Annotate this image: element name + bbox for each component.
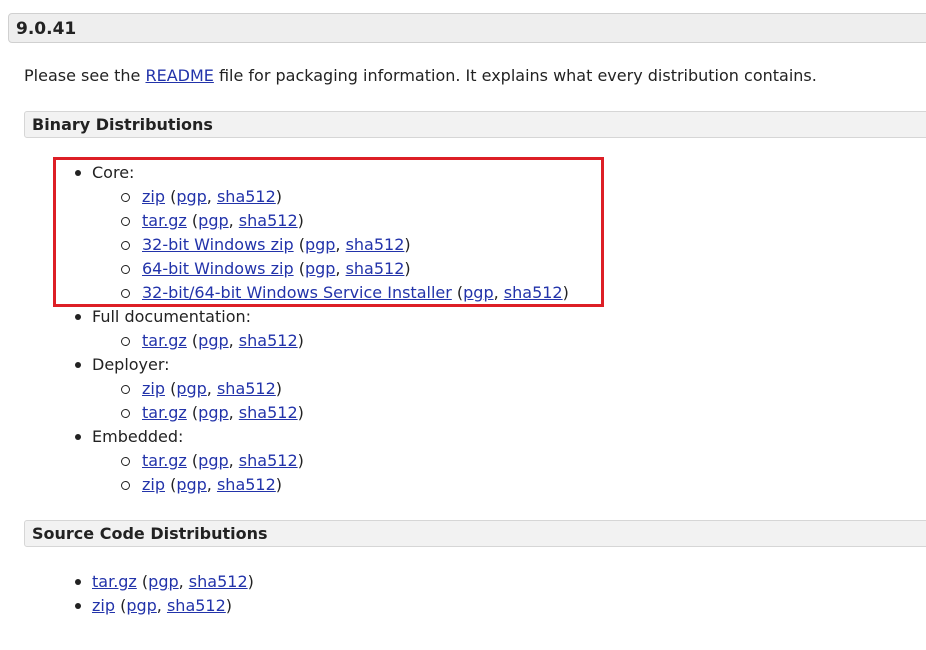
pgp-link[interactable]: pgp — [305, 259, 335, 278]
download-item: zip (pgp, sha512) — [121, 185, 569, 209]
intro-text-before: Please see the — [24, 66, 146, 85]
download-item: tar.gz (pgp, sha512) — [121, 209, 569, 233]
download-link[interactable]: tar.gz — [142, 211, 187, 230]
sha512-link[interactable]: sha512 — [217, 187, 276, 206]
download-item: zip (pgp, sha512) — [121, 377, 569, 401]
intro-text-after: file for packaging information. It expla… — [213, 66, 817, 85]
pgp-link[interactable]: pgp — [126, 596, 156, 615]
sha512-link[interactable]: sha512 — [239, 403, 298, 422]
download-link[interactable]: zip — [92, 596, 115, 615]
download-link[interactable]: zip — [142, 475, 165, 494]
group-label: Core: — [92, 163, 135, 182]
group-deployer: Deployer: zip (pgp, sha512) tar.gz (pgp,… — [75, 353, 569, 425]
pgp-link[interactable]: pgp — [176, 187, 206, 206]
sha512-link[interactable]: sha512 — [189, 572, 248, 591]
download-item: 32-bit Windows zip (pgp, sha512) — [121, 233, 569, 257]
download-item: zip (pgp, sha512) — [121, 473, 569, 497]
download-item: tar.gz (pgp, sha512) — [121, 449, 569, 473]
binary-distributions-header: Binary Distributions — [24, 111, 926, 138]
deployer-downloads: zip (pgp, sha512) tar.gz (pgp, sha512) — [121, 377, 569, 425]
download-link[interactable]: zip — [142, 379, 165, 398]
download-item: tar.gz (pgp, sha512) — [121, 329, 569, 353]
source-code-distributions-header: Source Code Distributions — [24, 520, 926, 547]
sha512-link[interactable]: sha512 — [167, 596, 226, 615]
download-item: zip (pgp, sha512) — [75, 594, 254, 618]
pgp-link[interactable]: pgp — [148, 572, 178, 591]
download-item: 64-bit Windows zip (pgp, sha512) — [121, 257, 569, 281]
group-label: Full documentation: — [92, 307, 252, 326]
sha512-link[interactable]: sha512 — [504, 283, 563, 302]
readme-link[interactable]: README — [145, 66, 213, 85]
embedded-downloads: tar.gz (pgp, sha512) zip (pgp, sha512) — [121, 449, 569, 497]
download-link[interactable]: 32-bit/64-bit Windows Service Installer — [142, 283, 452, 302]
sha512-link[interactable]: sha512 — [239, 331, 298, 350]
group-label: Embedded: — [92, 427, 184, 446]
core-downloads: zip (pgp, sha512) tar.gz (pgp, sha512) 3… — [121, 185, 569, 305]
pgp-link[interactable]: pgp — [176, 379, 206, 398]
version-header: 9.0.41 — [8, 13, 926, 43]
sha512-link[interactable]: sha512 — [239, 451, 298, 470]
download-item: 32-bit/64-bit Windows Service Installer … — [121, 281, 569, 305]
intro-text: Please see the README file for packaging… — [24, 64, 817, 88]
group-embedded: Embedded: tar.gz (pgp, sha512) zip (pgp,… — [75, 425, 569, 497]
pgp-link[interactable]: pgp — [198, 331, 228, 350]
source-code-list: tar.gz (pgp, sha512) zip (pgp, sha512) — [75, 570, 254, 618]
group-core: Core: zip (pgp, sha512) tar.gz (pgp, sha… — [75, 161, 569, 305]
download-link[interactable]: tar.gz — [92, 572, 137, 591]
sha512-link[interactable]: sha512 — [346, 235, 405, 254]
group-label: Deployer: — [92, 355, 170, 374]
download-link[interactable]: tar.gz — [142, 331, 187, 350]
download-link[interactable]: 64-bit Windows zip — [142, 259, 294, 278]
pgp-link[interactable]: pgp — [198, 451, 228, 470]
download-link[interactable]: zip — [142, 187, 165, 206]
binary-distributions-list: Core: zip (pgp, sha512) tar.gz (pgp, sha… — [75, 161, 569, 497]
pgp-link[interactable]: pgp — [176, 475, 206, 494]
group-full-documentation: Full documentation: tar.gz (pgp, sha512) — [75, 305, 569, 353]
sha512-link[interactable]: sha512 — [217, 379, 276, 398]
download-link[interactable]: tar.gz — [142, 403, 187, 422]
download-item: tar.gz (pgp, sha512) — [121, 401, 569, 425]
sha512-link[interactable]: sha512 — [217, 475, 276, 494]
pgp-link[interactable]: pgp — [198, 211, 228, 230]
pgp-link[interactable]: pgp — [305, 235, 335, 254]
sha512-link[interactable]: sha512 — [239, 211, 298, 230]
pgp-link[interactable]: pgp — [198, 403, 228, 422]
download-link[interactable]: 32-bit Windows zip — [142, 235, 294, 254]
download-link[interactable]: tar.gz — [142, 451, 187, 470]
pgp-link[interactable]: pgp — [463, 283, 493, 302]
sha512-link[interactable]: sha512 — [346, 259, 405, 278]
download-item: tar.gz (pgp, sha512) — [75, 570, 254, 594]
full-documentation-downloads: tar.gz (pgp, sha512) — [121, 329, 569, 353]
